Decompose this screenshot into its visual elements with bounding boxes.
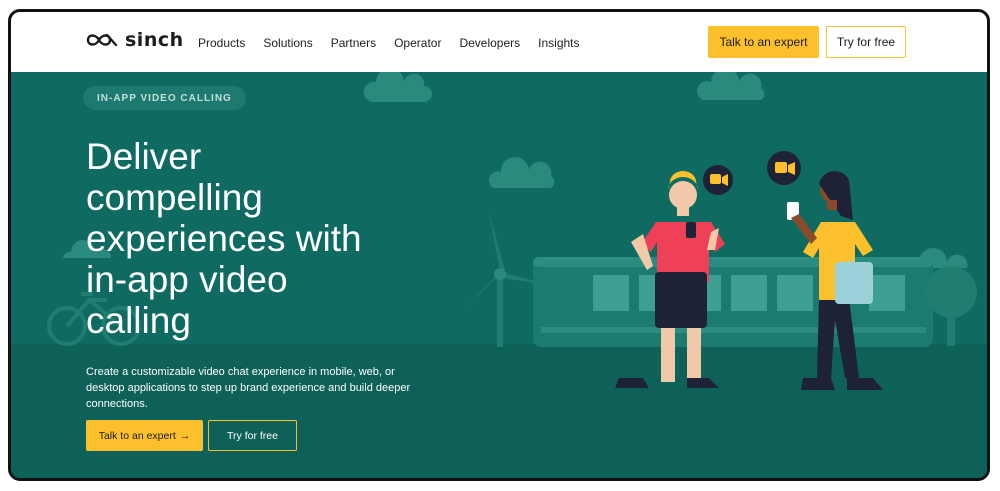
hero-section: IN-APP VIDEO CALLING Deliver compelling … (11, 72, 987, 478)
talk-to-expert-button[interactable]: Talk to an expert (708, 26, 819, 58)
hero-headline: Deliver compelling experiences with in-a… (86, 136, 446, 341)
nav-item-partners[interactable]: Partners (331, 36, 376, 50)
nav-item-developers[interactable]: Developers (459, 36, 520, 50)
nav-item-insights[interactable]: Insights (538, 36, 579, 50)
headline-line: in-app video (86, 259, 288, 300)
headline-line: experiences with (86, 218, 362, 259)
headline-line: calling (86, 300, 191, 341)
hero-cta-label: Talk to an expert (98, 429, 176, 442)
top-navigation: sinch Products Solutions Partners Operat… (11, 12, 987, 72)
sinch-logo[interactable]: sinch (85, 29, 184, 51)
main-menu: Products Solutions Partners Operator Dev… (198, 36, 598, 50)
try-for-free-button[interactable]: Try for free (826, 26, 906, 58)
nav-item-operator[interactable]: Operator (394, 36, 441, 50)
hero-description: Create a customizable video chat experie… (86, 366, 411, 410)
hero-try-for-free-button[interactable]: Try for free (208, 420, 297, 451)
sinch-logo-icon (86, 33, 118, 47)
video-camera-icon (703, 165, 733, 195)
browser-frame: sinch Products Solutions Partners Operat… (8, 9, 990, 481)
eyebrow-badge: IN-APP VIDEO CALLING (83, 86, 246, 110)
nav-item-solutions[interactable]: Solutions (263, 36, 312, 50)
nav-item-products[interactable]: Products (198, 36, 245, 50)
brand-name: sinch (125, 29, 184, 51)
arrow-right-icon: → (179, 429, 191, 442)
headline-line: compelling (86, 177, 263, 218)
hero-talk-to-expert-button[interactable]: Talk to an expert → (86, 420, 203, 451)
headline-line: Deliver (86, 136, 202, 177)
